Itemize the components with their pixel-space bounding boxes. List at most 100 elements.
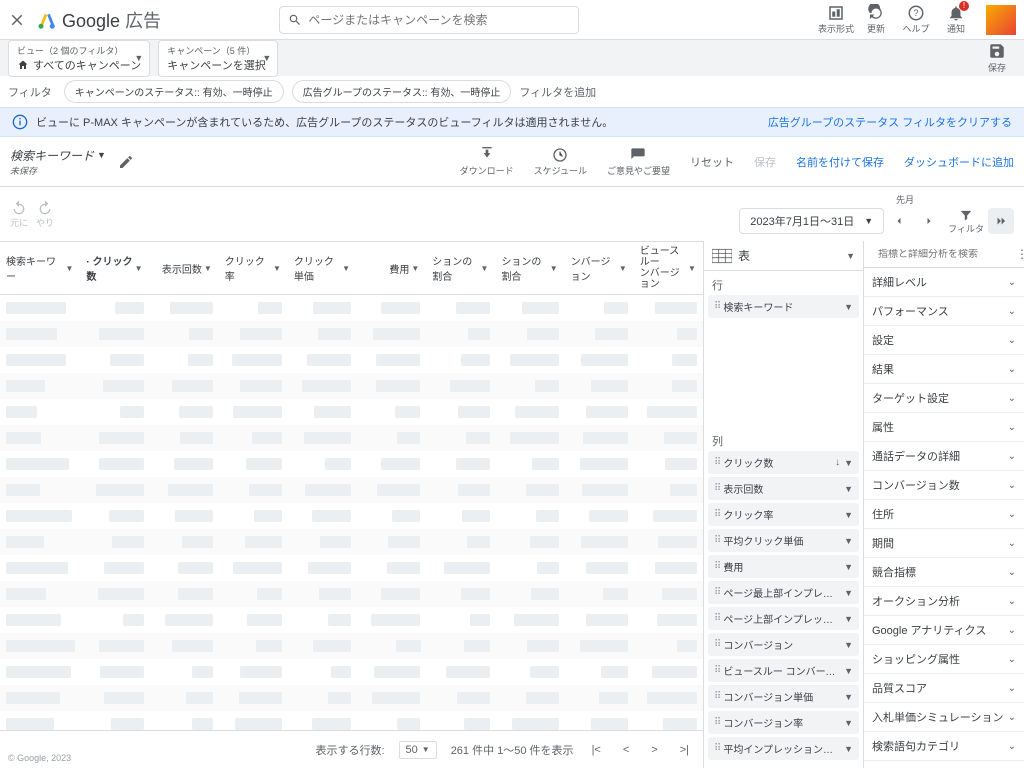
feedback-button[interactable]: ご意見やご要望 [607,147,670,177]
help-button[interactable]: ?ヘルプ [896,5,936,35]
metric-group[interactable]: パフォーマンス⌄ [864,297,1024,325]
column-header[interactable]: 費用▼ [357,242,426,294]
table-row[interactable] [0,659,703,685]
column-metric-item[interactable]: ⠿コンバージョン▼ [708,633,859,656]
add-filter-button[interactable]: フィルタを追加 [519,84,596,100]
collapse-panel-button[interactable] [988,208,1014,234]
metric-group[interactable]: 競合指標⌄ [864,558,1024,586]
campaign-selector[interactable]: キャンペーン（5 件） キャンペーンを選択 ▼ [158,40,278,77]
table-row[interactable] [0,399,703,425]
table-row[interactable] [0,633,703,659]
reset-button[interactable]: リセット [690,154,734,170]
table-row[interactable] [0,373,703,399]
drag-handle-icon[interactable]: ⠿ [714,509,719,520]
column-metric-item[interactable]: ⠿コンバージョン率▼ [708,711,859,734]
metric-group[interactable]: ショッピング属性⌄ [864,645,1024,673]
column-metric-item[interactable]: ⠿表示回数▼ [708,477,859,500]
row-dimension-item[interactable]: ⠿検索キーワード▼ [708,295,859,318]
table-row[interactable] [0,425,703,451]
appearance-button[interactable]: 表示形式 [816,5,856,35]
column-header[interactable]: ンバージョン▼ [565,242,634,294]
column-header[interactable]: クリック単価▼ [288,242,357,294]
rows-per-page-select[interactable]: 50▼ [399,741,437,759]
search-input[interactable] [308,13,570,27]
column-metric-item[interactable]: ⠿ページ上部インプレッションの割合▼ [708,607,859,630]
drag-handle-icon[interactable]: ⠿ [714,483,719,494]
drag-handle-icon[interactable]: ⠿ [714,743,719,754]
drag-handle-icon[interactable]: ⠿ [714,717,719,728]
metric-group[interactable]: 期間⌄ [864,529,1024,557]
table-row[interactable] [0,581,703,607]
table-row[interactable] [0,607,703,633]
drag-handle-icon[interactable]: ⠿ [714,691,719,702]
banner-clear-link[interactable]: 広告グループのステータス フィルタをクリアする [768,114,1012,130]
view-selector[interactable]: ビュー（2 個のフィルタ） すべてのキャンペーン ▼ [8,40,150,77]
prev-period-button[interactable] [884,207,914,235]
column-header[interactable]: · クリック数▼ [80,242,149,294]
date-range-picker[interactable]: 2023年7月1日～31日▼ [739,208,884,234]
metric-group[interactable]: 属性⌄ [864,413,1024,441]
metric-group[interactable]: 住所⌄ [864,500,1024,528]
column-header[interactable]: 表示回数▼ [150,242,219,294]
table-row[interactable] [0,347,703,373]
metric-group[interactable]: 詳細レベル⌄ [864,268,1024,296]
metric-group[interactable]: オークション分析⌄ [864,587,1024,615]
drag-handle-icon[interactable]: ⠿ [714,301,719,312]
more-icon[interactable]: ⋮ [1016,247,1024,261]
next-period-button[interactable] [914,207,944,235]
metric-group[interactable]: 結果⌄ [864,355,1024,383]
table-row[interactable] [0,685,703,711]
column-metric-item[interactable]: ⠿平均インプレッション単価▼ [708,737,859,760]
column-metric-item[interactable]: ⠿ビュースルー コンバージョン▼ [708,659,859,682]
drag-handle-icon[interactable]: ⠿ [714,665,719,676]
report-title-dropdown[interactable]: 検索キーワード ▼ 未保存 [10,147,106,177]
column-metric-item[interactable]: ⠿費用▼ [708,555,859,578]
visualization-selector[interactable]: 表 ▼ [704,241,863,271]
metric-group[interactable]: 品質スコア⌄ [864,674,1024,702]
first-page-button[interactable]: |< [588,744,605,756]
filter-chip-adgroup-status[interactable]: 広告グループのステータス:: 有効、一時停止 [292,80,512,103]
download-button[interactable]: ダウンロード [460,147,514,177]
refresh-button[interactable]: 更新 [856,5,896,35]
drag-handle-icon[interactable]: ⠿ [714,639,719,650]
drag-handle-icon[interactable]: ⠿ [714,587,719,598]
edit-icon[interactable] [118,154,134,170]
column-metric-item[interactable]: ⠿コンバージョン単価▼ [708,685,859,708]
metric-group[interactable]: 検索語句カテゴリ⌄ [864,732,1024,760]
drag-handle-icon[interactable]: ⠿ [714,457,719,468]
column-header[interactable]: ションの割合▼ [495,242,564,294]
metric-group[interactable]: 通話データの詳細⌄ [864,442,1024,470]
column-metric-item[interactable]: ⠿平均クリック単価▼ [708,529,859,552]
search-bar[interactable] [279,6,579,34]
table-row[interactable] [0,529,703,555]
table-body[interactable] [0,295,703,730]
table-row[interactable] [0,321,703,347]
metric-group[interactable]: 入札単価シミュレーション⌄ [864,703,1024,731]
metric-group[interactable]: Google アナリティクス⌄ [864,616,1024,644]
column-metric-item[interactable]: ⠿ページ最上部インプレッションの..▼ [708,581,859,604]
table-row[interactable] [0,295,703,321]
drag-handle-icon[interactable]: ⠿ [714,561,719,572]
drag-handle-icon[interactable]: ⠿ [714,613,719,624]
table-row[interactable] [0,451,703,477]
drag-handle-icon[interactable]: ⠿ [714,535,719,546]
last-page-button[interactable]: >| [676,744,693,756]
column-metric-item[interactable]: ⠿クリック率▼ [708,503,859,526]
close-icon[interactable] [8,11,32,29]
filter-button[interactable]: フィルタ [948,208,984,235]
save-view-button[interactable]: 保存 [988,42,1016,74]
filter-chip-campaign-status[interactable]: キャンペーンのステータス:: 有効、一時停止 [64,80,284,103]
avatar[interactable] [986,5,1016,35]
column-header[interactable]: ションの割合▼ [426,242,495,294]
dashboard-add-button[interactable]: ダッシュボードに追加 [904,154,1014,170]
schedule-button[interactable]: スケジュール [534,147,587,177]
column-header[interactable]: クリック率▼ [219,242,288,294]
metrics-search-input[interactable] [878,249,1010,260]
notifications-button[interactable]: 通知 [936,5,976,35]
save-as-button[interactable]: 名前を付けて保存 [796,154,884,170]
redo-button[interactable]: やり [36,199,54,229]
table-row[interactable] [0,503,703,529]
undo-button[interactable]: 元に [10,199,28,229]
metric-group[interactable]: 設定⌄ [864,326,1024,354]
metrics-search[interactable]: ⋮ [864,241,1024,268]
